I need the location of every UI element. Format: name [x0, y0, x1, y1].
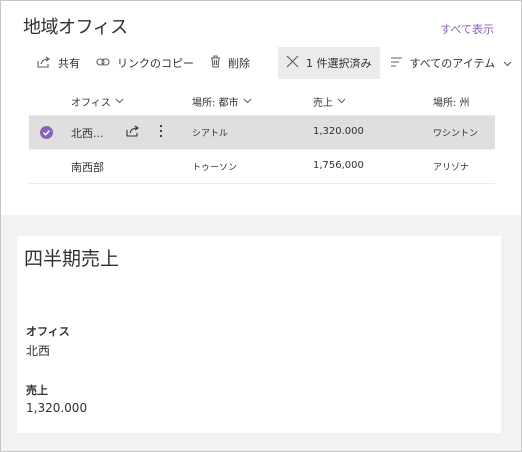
list-grid: オフィス 場所: 都市 売上 場所: 州 北西... シアトル 1,320.00…: [29, 85, 495, 184]
column-header-office[interactable]: オフィス: [71, 94, 124, 109]
chevron-down-icon: [111, 96, 124, 107]
row-checkbox[interactable]: [40, 126, 53, 139]
column-header-sales[interactable]: 売上: [313, 94, 346, 109]
close-icon: [286, 55, 306, 71]
column-header-label: 場所: 州: [433, 98, 470, 109]
row-share-button[interactable]: [126, 124, 140, 140]
sales-field-label: 売上: [26, 384, 48, 397]
list-title: 地域オフィス: [23, 17, 128, 38]
column-header-label: オフィス: [71, 98, 111, 109]
cell-state: ワシントン: [433, 129, 479, 139]
share-label: 共有: [58, 57, 80, 70]
office-field-value: 北西: [26, 344, 51, 358]
office-field-label: オフィス: [26, 325, 70, 338]
clear-selection-button[interactable]: 1 件選択済み: [278, 47, 380, 79]
detail-title: 四半期売上: [24, 248, 120, 270]
app-frame: 地域オフィス すべて表示 共有 リンクのコピー 削除 1 件選択済み すべてのア…: [0, 0, 522, 452]
copy-link-button[interactable]: リンクのコピー: [88, 47, 202, 79]
table-row[interactable]: 南西部 トゥーソン 1,756,000 アリゾナ: [29, 150, 495, 184]
view-label: すべてのアイテム: [409, 57, 496, 70]
view-switcher[interactable]: すべてのアイテム: [382, 47, 522, 79]
selected-count-label: 1 件選択済み: [306, 57, 372, 70]
column-header-label: 売上: [313, 98, 333, 109]
share-button[interactable]: 共有: [29, 47, 88, 79]
cell-city: トゥーソン: [192, 163, 238, 173]
trash-icon: [210, 55, 228, 71]
more-icon: [159, 124, 163, 138]
list-view-icon: [390, 56, 410, 70]
detail-card: 四半期売上 オフィス 北西 売上 1,320.000: [17, 236, 501, 433]
table-row[interactable]: 北西... シアトル 1,320.000 ワシントン: [29, 116, 495, 150]
chevron-down-icon: [333, 96, 346, 107]
cell-office[interactable]: 北西...: [71, 125, 104, 141]
see-all-link[interactable]: すべて表示: [440, 21, 494, 37]
sales-field-value: 1,320.000: [26, 401, 88, 415]
cell-office[interactable]: 南西部: [71, 159, 104, 175]
delete-button[interactable]: 削除: [202, 47, 258, 79]
cell-sales: 1,756,000: [313, 160, 364, 171]
cell-city: シアトル: [192, 129, 229, 139]
row-more-button[interactable]: [159, 124, 163, 141]
cell-state: アリゾナ: [433, 163, 470, 173]
link-icon: [96, 57, 117, 70]
share-icon: [126, 125, 139, 137]
cell-sales: 1,320.000: [313, 126, 364, 137]
chevron-down-icon: [503, 57, 519, 70]
column-header-city[interactable]: 場所: 都市: [192, 94, 252, 109]
chevron-down-icon: [239, 96, 252, 107]
column-header-label: 場所: 都市: [192, 98, 239, 109]
command-bar: 共有 リンクのコピー 削除 1 件選択済み すべてのアイテム: [29, 47, 522, 79]
copy-link-label: リンクのコピー: [117, 57, 194, 70]
column-header-state[interactable]: 場所: 州: [433, 94, 470, 109]
column-header-row: オフィス 場所: 都市 売上 場所: 州: [29, 85, 495, 116]
share-icon: [37, 56, 58, 71]
delete-label: 削除: [228, 57, 250, 70]
list-web-part: 地域オフィス すべて表示 共有 リンクのコピー 削除 1 件選択済み すべてのア…: [1, 1, 521, 215]
checkmark-icon: [43, 130, 51, 136]
